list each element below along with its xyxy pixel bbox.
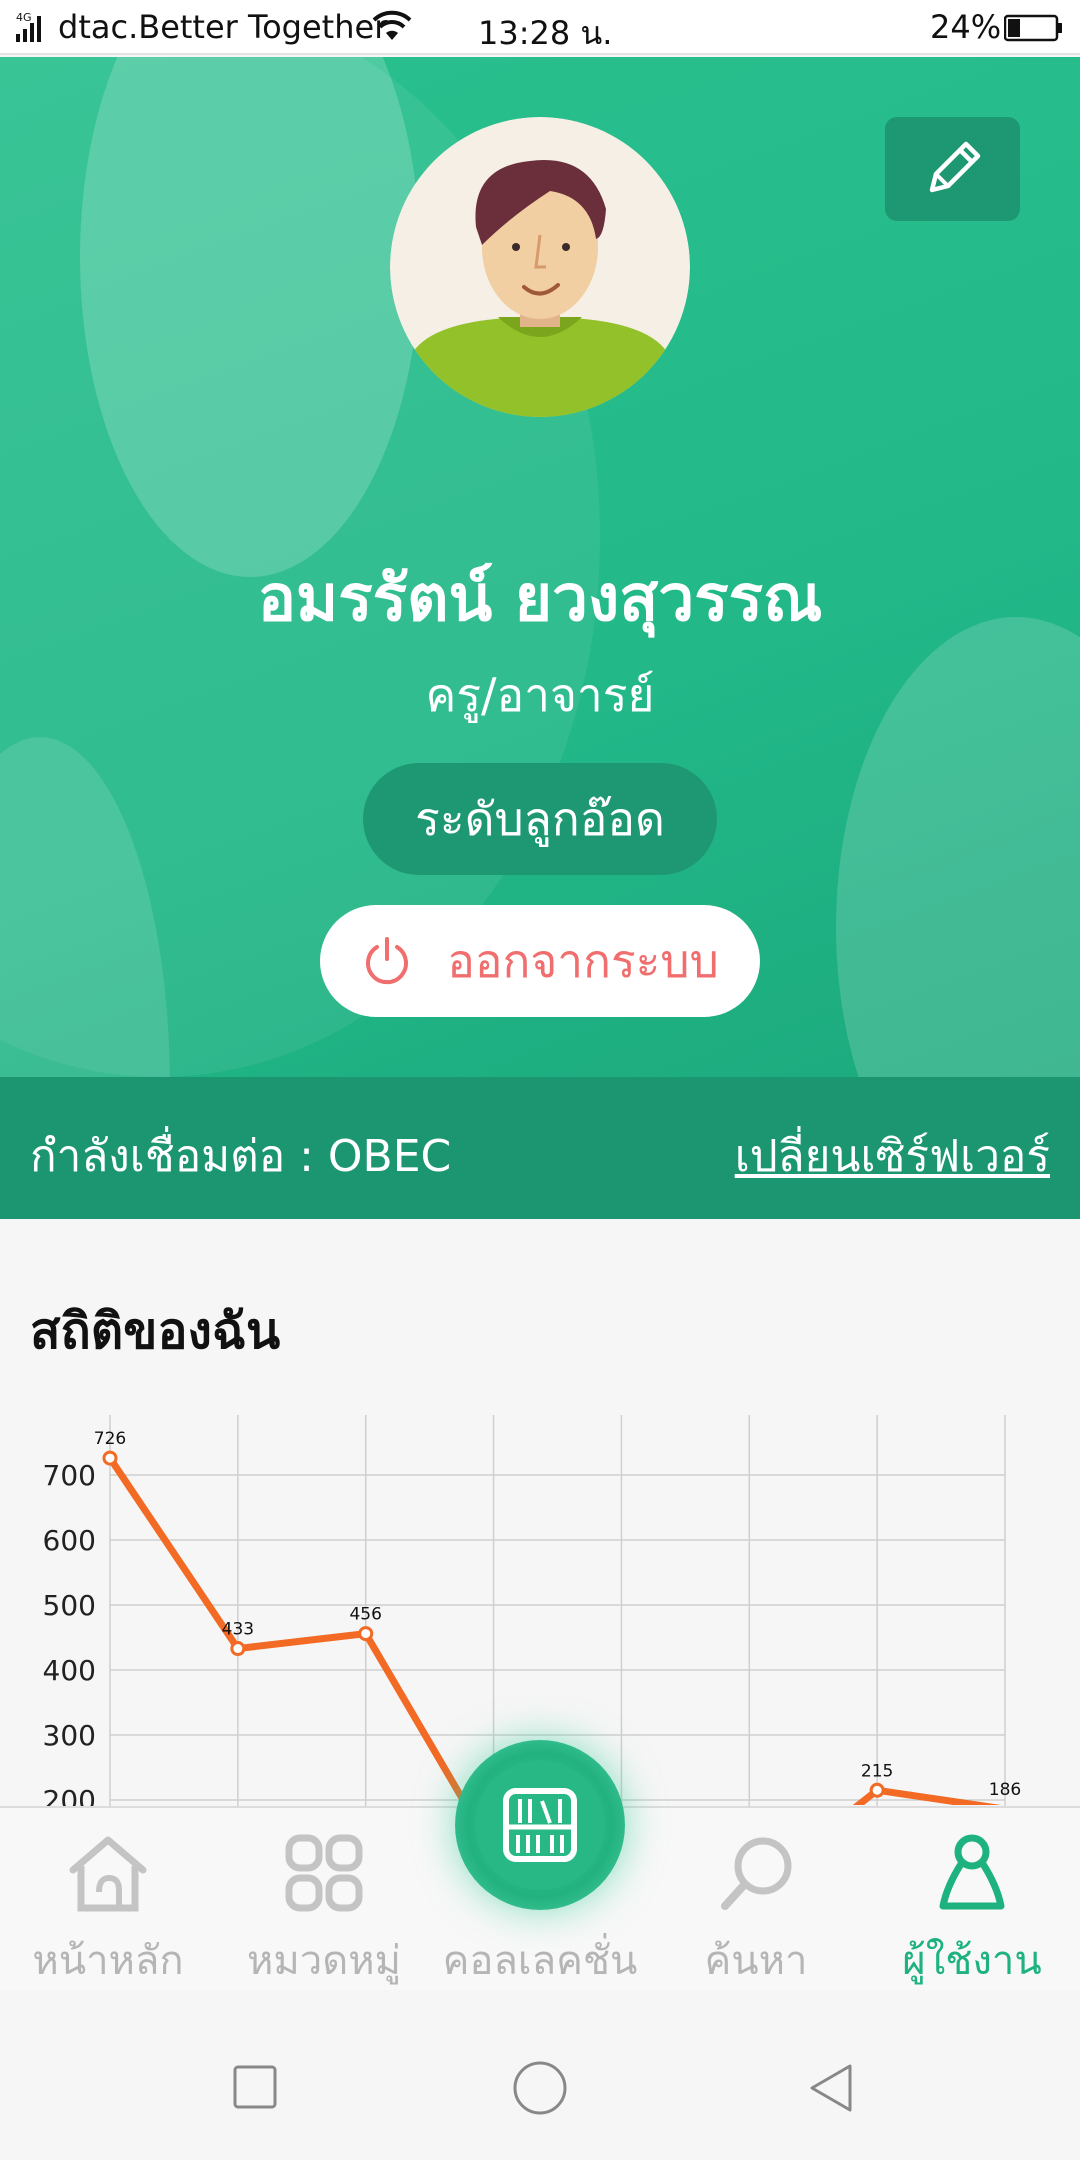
nav-label-collection: คอลเลคชั่น [442,1938,638,1984]
y-tick-label: 700 [43,1459,96,1492]
user-role: ครู/อาจารย์ [425,668,655,722]
nav-label-category: หมวดหมู่ [247,1938,401,1984]
signal-icon: 4G [16,11,41,42]
data-label: 456 [349,1605,381,1625]
logout-label: ออกจากระบบ [447,933,719,988]
network-type: 4G [16,11,32,24]
server-bar: กำลังเชื่อมต่อ : OBEC เปลี่ยนเซิร์ฟเวอร์ [0,1077,1080,1219]
pencil-icon [929,141,980,193]
nav-item-home[interactable]: หน้าหลัก [0,1808,216,1992]
logout-button[interactable]: ออกจากระบบ [320,905,760,1017]
carrier-name: dtac.Better Together [58,8,388,46]
status-bar: 4G dtac.Better Together 13:28 น. 24% [0,0,1080,55]
user-icon [939,1834,1005,1910]
data-point [230,1641,246,1657]
search-icon [721,1837,792,1910]
user-name: อมรรัตน์ ยวงสุวรรณ [257,562,823,636]
y-tick-label: 600 [43,1524,96,1557]
nav-item-user[interactable]: ผู้ใช้งาน [864,1808,1080,1992]
data-label: 215 [861,1761,893,1781]
data-label: 726 [94,1429,126,1449]
profile-header: อมรรัตน์ ยวงสุวรรณ ครู/อาจารย์ ระดับลูกอ… [0,57,1080,1219]
home-circle-icon[interactable] [512,2060,568,2116]
battery-percent: 24% [930,8,1002,46]
nav-label-home: หน้าหลัก [32,1938,184,1984]
nav-item-search[interactable]: ค้นหา [648,1808,864,1992]
data-point [869,1782,885,1798]
power-icon [366,937,409,985]
nav-item-category[interactable]: หมวดหมู่ [216,1808,432,1992]
system-nav-bar [0,1990,1080,2160]
bookshelf-icon [503,1788,577,1862]
clock: 13:28 น. [478,14,613,52]
person-avatar [390,117,690,417]
avatar [390,117,690,417]
nav-label-search: ค้นหา [704,1938,808,1984]
battery-icon [1004,14,1062,42]
collection-fab[interactable] [455,1740,625,1910]
level-badge: ระดับลูกอ๊อด [363,763,717,875]
edit-profile-button[interactable] [885,117,1020,221]
data-point [102,1450,118,1466]
y-tick-label: 500 [43,1589,96,1622]
back-icon[interactable] [806,2062,856,2114]
stats-title: สถิติของฉัน [30,1302,281,1360]
level-label: ระดับลูกอ๊อด [415,791,665,846]
server-status: กำลังเชื่อมต่อ : OBEC [30,1131,452,1182]
y-tick-label: 300 [43,1719,96,1752]
y-tick-label: 400 [43,1654,96,1687]
category-icon [285,1834,363,1912]
home-icon [69,1836,147,1912]
recents-icon[interactable] [232,2064,278,2110]
data-label: 186 [989,1780,1021,1800]
data-point [358,1626,374,1642]
wifi-icon [372,10,412,40]
nav-label-user: ผู้ใช้งาน [902,1938,1042,1984]
data-label: 433 [222,1620,254,1640]
change-server-link[interactable]: เปลี่ยนเซิร์ฟเวอร์ [735,1121,1050,1191]
fab-inner [475,1760,605,1890]
